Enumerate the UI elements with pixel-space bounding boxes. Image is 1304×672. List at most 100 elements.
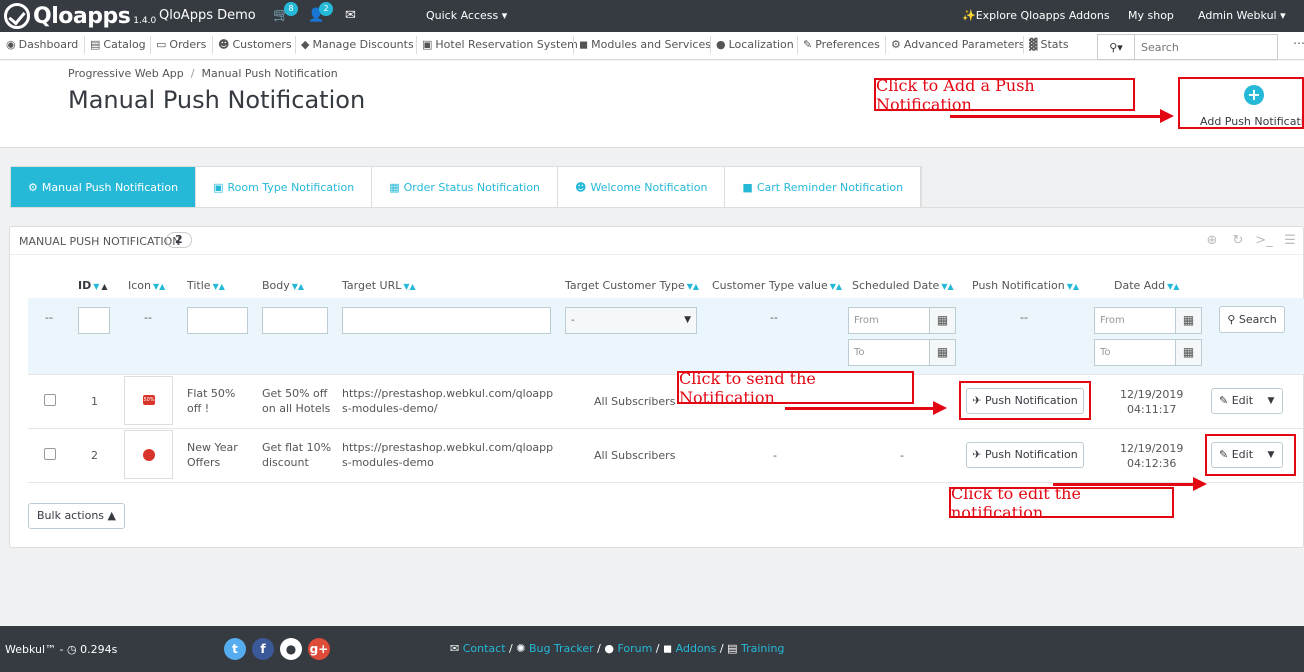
my-shop-link[interactable]: My shop bbox=[1128, 9, 1174, 22]
puzzle-icon: ◼ bbox=[579, 38, 589, 51]
wrench-icon: ✎ bbox=[803, 38, 813, 51]
notification-icon-image bbox=[124, 430, 173, 479]
facebook-icon[interactable]: f bbox=[252, 638, 274, 660]
filter-title-input[interactable] bbox=[187, 307, 248, 334]
footer-link-contact[interactable]: Contact bbox=[463, 642, 506, 655]
footer: Webkul™ - ◷ 0.294s t f ● g+ ✉ Contact / … bbox=[0, 626, 1304, 672]
users-icon: ☻ bbox=[218, 38, 230, 51]
quick-access-dropdown[interactable]: Quick Access ▾ bbox=[426, 9, 507, 22]
footer-link-training[interactable]: Training bbox=[741, 642, 784, 655]
footer-link-bug-tracker[interactable]: Bug Tracker bbox=[529, 642, 594, 655]
nav-dashboard[interactable]: ◉ Dashboard bbox=[6, 38, 78, 51]
plus-circle-icon: + bbox=[1244, 85, 1264, 105]
breadcrumb: Progressive Web App / Manual Push Notifica… bbox=[68, 67, 338, 80]
col-target-customer-type[interactable]: Target Customer Type ▼▲ bbox=[565, 279, 699, 292]
more-icon[interactable]: ⋯ bbox=[1293, 36, 1304, 50]
calendar-icon[interactable]: ▦ bbox=[1175, 307, 1202, 334]
nav-hotel-reservation[interactable]: ▣ Hotel Reservation System bbox=[422, 38, 578, 51]
refresh-icon[interactable]: ↻ bbox=[1229, 233, 1247, 248]
filter-body-input[interactable] bbox=[262, 307, 328, 334]
search-type-dropdown[interactable]: ⚲ ▾ bbox=[1097, 34, 1135, 60]
push-notification-button[interactable]: ✈ Push Notification bbox=[966, 442, 1084, 468]
bar-chart-icon: ▓ bbox=[1029, 38, 1038, 51]
tag-icon: ◆ bbox=[301, 38, 310, 51]
filter-url-input[interactable] bbox=[342, 307, 551, 334]
cogs-icon: ⚙ bbox=[891, 38, 901, 51]
bed-icon: ▣ bbox=[213, 181, 224, 194]
filter-id-input[interactable] bbox=[78, 307, 110, 334]
edit-button[interactable]: ✎ Edit ▼ bbox=[1211, 388, 1283, 414]
nav-catalog[interactable]: ▤ Catalog bbox=[90, 38, 146, 51]
nav-localization[interactable]: ● Localization bbox=[716, 38, 794, 51]
search-icon: ⚲ bbox=[1227, 313, 1236, 326]
globe-icon: ● bbox=[716, 38, 726, 51]
nav-orders[interactable]: ▭ Orders bbox=[156, 38, 206, 51]
logo-check-icon bbox=[4, 3, 30, 29]
user-icon: ☻ bbox=[575, 181, 587, 194]
annotation-arrow bbox=[785, 401, 947, 415]
col-customer-type-value[interactable]: Customer Type value ▼▲ bbox=[712, 279, 842, 292]
col-scheduled-date[interactable]: Scheduled Date ▼▲ bbox=[852, 279, 954, 292]
database-icon[interactable]: ☰ bbox=[1281, 233, 1299, 248]
row-checkbox[interactable] bbox=[44, 394, 56, 406]
panel-heading: Manual Push Notification 2 ⊕ ↻ >_ ☰ bbox=[10, 227, 1303, 255]
tab-cart-reminder-notification[interactable]: ■ Cart Reminder Notification bbox=[725, 167, 922, 208]
bug-icon: ✺ bbox=[516, 642, 526, 655]
google-plus-icon[interactable]: g+ bbox=[308, 638, 330, 660]
tab-room-type-notification[interactable]: ▣ Room Type Notification bbox=[196, 167, 373, 208]
add-new-icon[interactable]: ⊕ bbox=[1203, 233, 1221, 248]
tab-order-status-notification[interactable]: ▦ Order Status Notification bbox=[372, 167, 559, 208]
highlight-edit-button bbox=[1205, 434, 1296, 476]
envelope-icon[interactable]: ✉ bbox=[345, 8, 356, 23]
cogs-icon: ⚙ bbox=[28, 181, 38, 194]
col-title[interactable]: Title ▼▲ bbox=[187, 279, 225, 292]
filter-scheduled-from[interactable]: From bbox=[848, 307, 930, 334]
col-icon[interactable]: Icon ▼▲ bbox=[128, 279, 165, 292]
explore-addons-link[interactable]: ✨Explore Qloapps Addons bbox=[962, 9, 1110, 22]
breadcrumb-item[interactable]: Progressive Web App bbox=[68, 67, 184, 80]
nav-customers[interactable]: ☻ Customers bbox=[218, 38, 292, 51]
credit-card-icon: ▭ bbox=[156, 38, 167, 51]
filter-customer-type-select[interactable]: - ▼ bbox=[565, 307, 697, 334]
calendar-icon[interactable]: ▦ bbox=[929, 307, 956, 334]
tab-welcome-notification[interactable]: ☻ Welcome Notification bbox=[558, 167, 726, 208]
footer-links: ✉ Contact / ✺ Bug Tracker / ● Forum / ◼ … bbox=[450, 642, 785, 655]
magic-icon: ✨ bbox=[962, 9, 976, 22]
filter-search-button[interactable]: ⚲ Search bbox=[1219, 306, 1285, 333]
nav-preferences[interactable]: ✎ Preferences bbox=[803, 38, 880, 51]
nav-modules[interactable]: ◼ Modules and Services bbox=[579, 38, 711, 51]
nav-manage-discounts[interactable]: ◆ Manage Discounts bbox=[301, 38, 414, 51]
tab-manual-push-notification[interactable]: ⚙ Manual Push Notification bbox=[11, 167, 197, 208]
caret-down-icon: ▼ bbox=[684, 315, 691, 325]
calendar-icon[interactable]: ▦ bbox=[1175, 339, 1202, 366]
row-checkbox[interactable] bbox=[44, 448, 56, 460]
filter-scheduled-to[interactable]: To bbox=[848, 339, 930, 366]
sql-query-icon[interactable]: >_ bbox=[1255, 233, 1273, 248]
cart-badge: 8 bbox=[284, 2, 298, 16]
col-date-add[interactable]: Date Add ▼▲ bbox=[1114, 279, 1179, 292]
nav-advanced-parameters[interactable]: ⚙ Advanced Parameters bbox=[891, 38, 1025, 51]
notification-tabs: ⚙ Manual Push Notification ▣ Room Type Not… bbox=[10, 166, 923, 208]
bed-icon: ▣ bbox=[422, 38, 433, 51]
col-body[interactable]: Body ▼▲ bbox=[262, 279, 304, 292]
filter-date-add-to[interactable]: To bbox=[1094, 339, 1176, 366]
col-target-url[interactable]: Target URL ▼▲ bbox=[342, 279, 416, 292]
caret-down-icon[interactable]: ▼ bbox=[1260, 389, 1282, 413]
twitter-icon[interactable]: t bbox=[224, 638, 246, 660]
admin-menu[interactable]: Admin Webkul ▾ bbox=[1198, 9, 1286, 22]
breadcrumb-item: Manual Push Notification bbox=[201, 67, 338, 80]
truck-icon: ▦ bbox=[389, 181, 400, 194]
shop-name-link[interactable]: QloApps Demo bbox=[159, 8, 256, 23]
search-input[interactable] bbox=[1135, 34, 1278, 60]
add-push-notification-button[interactable]: + Add Push Notification bbox=[1178, 77, 1304, 129]
qloapps-logo[interactable]: Qloapps 1.4.0 bbox=[4, 3, 156, 29]
footer-link-forum[interactable]: Forum bbox=[617, 642, 652, 655]
footer-link-addons[interactable]: Addons bbox=[676, 642, 717, 655]
bulk-actions-button[interactable]: Bulk actions ▲ bbox=[28, 503, 125, 529]
calendar-icon[interactable]: ▦ bbox=[929, 339, 956, 366]
filter-date-add-from[interactable]: From bbox=[1094, 307, 1176, 334]
nav-stats[interactable]: ▓ Stats bbox=[1029, 38, 1069, 51]
col-id[interactable]: ID ▼ ▲ bbox=[78, 279, 108, 292]
github-icon[interactable]: ● bbox=[280, 638, 302, 660]
col-push-notification[interactable]: Push Notification ▼▲ bbox=[972, 279, 1079, 292]
